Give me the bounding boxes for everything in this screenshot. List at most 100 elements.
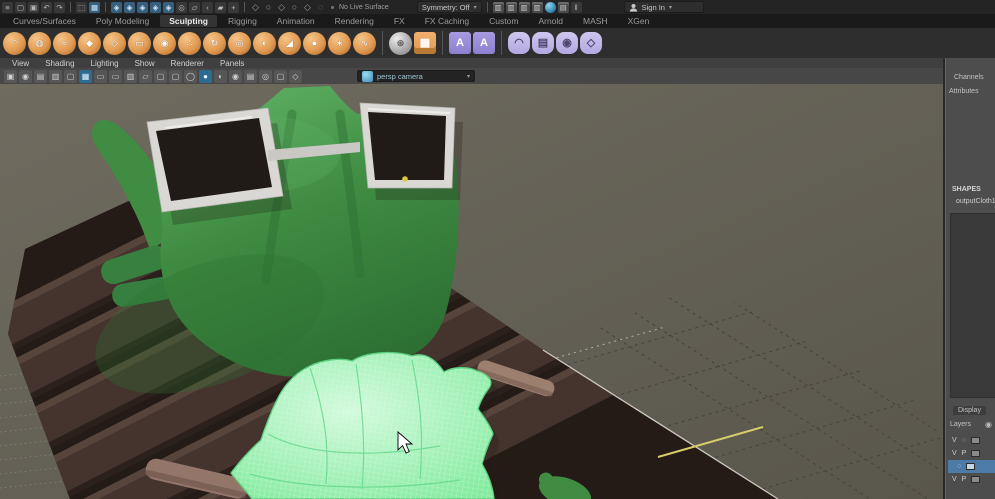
shadows-icon[interactable]: ▤	[244, 69, 257, 83]
attributes-menu[interactable]: Attributes	[949, 88, 979, 95]
layer-color-chip[interactable]	[971, 450, 981, 457]
snap-to-curve-icon[interactable]: ◈	[124, 1, 135, 13]
shelf-tab-fx[interactable]: FX	[385, 15, 414, 27]
stamp-panel[interactable]: ▤	[532, 32, 554, 54]
type-tool[interactable]: A	[449, 32, 471, 54]
select-mask-handle-icon[interactable]: ◇	[250, 2, 261, 13]
sign-in-dropdown[interactable]: Sign In ▾	[623, 1, 704, 13]
repeat-tool[interactable]: ↻	[203, 31, 226, 55]
select-mask-surface-icon[interactable]: ○	[289, 2, 300, 13]
layer-row-1[interactable]: V ○	[948, 434, 995, 447]
lock-camera-icon[interactable]: ◉	[19, 69, 32, 83]
panel-menu-view[interactable]: View	[12, 59, 29, 68]
layer-options-icon[interactable]: ◉	[985, 420, 992, 429]
pause-viewport-icon[interactable]: ‖	[570, 1, 582, 13]
layer-color-chip[interactable]	[970, 437, 980, 444]
render-sequence-icon[interactable]: ▥	[531, 1, 543, 13]
field-chart-icon[interactable]: ▱	[139, 69, 152, 83]
layer-playback[interactable]: P	[962, 450, 967, 457]
channels-menu[interactable]: Channels	[954, 74, 984, 81]
wax-tool[interactable]: ◐	[253, 31, 276, 55]
camera-attributes-icon[interactable]: ▤	[34, 69, 47, 83]
pinch-tool[interactable]: ◇	[103, 31, 126, 55]
select-mask-curve-icon[interactable]: ◇	[276, 2, 287, 13]
channel-values-area[interactable]	[950, 213, 995, 398]
gate-mask-icon[interactable]: ▥	[124, 69, 137, 83]
wireframe-icon[interactable]: ◯	[184, 69, 197, 83]
symmetry-dropdown[interactable]: Symmetry: Off ▾	[416, 1, 482, 13]
panel-menu-panels[interactable]: Panels	[220, 59, 244, 68]
snap-to-view-plane-icon[interactable]: ◈	[163, 1, 174, 13]
soft-select-tool[interactable]: ◠	[508, 32, 530, 54]
panel-menu-show[interactable]: Show	[135, 59, 155, 68]
shelf-tab-curves-surfaces[interactable]: Curves/Surfaces	[4, 15, 85, 27]
image-plane-icon[interactable]: ▢	[64, 69, 77, 83]
use-all-lights-icon[interactable]: ◉	[229, 69, 242, 83]
safe-title-icon[interactable]: ▢	[169, 69, 182, 83]
select-mask-joint-icon[interactable]: ○	[263, 2, 274, 13]
panel-menu-lighting[interactable]: Lighting	[91, 59, 119, 68]
ipr-render-icon[interactable]: ▥	[505, 1, 517, 13]
snap-to-point-icon[interactable]: ◈	[137, 1, 148, 13]
panel-menu-shading[interactable]: Shading	[45, 59, 74, 68]
shelf-tab-poly-modeling[interactable]: Poly Modeling	[87, 15, 158, 27]
layer-visibility[interactable]: V	[952, 476, 957, 483]
snap-to-grid-icon[interactable]: ◈	[111, 1, 122, 13]
smear-tool[interactable]: ∿	[353, 31, 376, 55]
imprint-tool[interactable]: ◎	[228, 31, 251, 55]
erase-tool[interactable]: ◇	[580, 32, 602, 54]
layer-playback[interactable]: P	[962, 476, 967, 483]
smooth-tool[interactable]: ◍	[28, 31, 51, 55]
resolution-gate-icon[interactable]: ▭	[109, 69, 122, 83]
freeze-selection-tool[interactable]: ⊛	[389, 31, 412, 55]
sculpt-panel[interactable]: ▦	[414, 32, 436, 54]
textured-mode-icon[interactable]: ◐	[214, 69, 227, 83]
select-mask-deformation-icon[interactable]: ◇	[302, 2, 313, 13]
viewport-3d[interactable]	[0, 84, 943, 499]
output-connections-icon[interactable]: ▰	[215, 1, 226, 13]
snap-to-projected-center-icon[interactable]: ◈	[150, 1, 161, 13]
layer-color-chip[interactable]	[966, 463, 976, 470]
select-by-hierarchy-icon[interactable]: ⬚	[76, 1, 87, 13]
grab-tool[interactable]: ◆	[78, 31, 101, 55]
display-tab[interactable]: Display	[953, 406, 986, 415]
xray-icon[interactable]: ◇	[289, 69, 302, 83]
fill-tool[interactable]: ●	[303, 31, 326, 55]
select-mask-dynamic-icon[interactable]: ◌	[315, 2, 326, 13]
spray-tool[interactable]: ∴	[178, 31, 201, 55]
make-object-live-icon[interactable]: ◎	[176, 1, 187, 13]
layer-row-4[interactable]: VP	[948, 473, 995, 486]
foamy-tool[interactable]: ◉	[153, 31, 176, 55]
isolate-select-icon[interactable]: ▢	[274, 69, 287, 83]
knife-tool[interactable]: ∗	[328, 31, 351, 55]
save-scene-icon[interactable]: ▣	[28, 1, 39, 13]
shelf-tab-custom[interactable]: Custom	[480, 15, 527, 27]
undo-icon[interactable]: ↶	[41, 1, 52, 13]
layer-row-2[interactable]: VP	[948, 447, 995, 460]
select-camera-icon[interactable]: ▣	[4, 69, 17, 83]
collapse-arrow-icon[interactable]: ‹	[202, 1, 213, 13]
menu-icon[interactable]: ≡	[2, 1, 13, 13]
bookmarks-icon[interactable]: ▥	[49, 69, 62, 83]
new-scene-icon[interactable]: ▢	[15, 1, 26, 13]
clone-tool[interactable]: ◉	[556, 32, 578, 54]
panel-menu-renderer[interactable]: Renderer	[171, 59, 204, 68]
film-gate-icon[interactable]: ▭	[94, 69, 107, 83]
input-connections-icon[interactable]: ▱	[189, 1, 200, 13]
select-by-object-icon[interactable]: ▦	[89, 1, 100, 13]
grid-icon[interactable]: ▦	[79, 69, 92, 83]
shelf-tab-mash[interactable]: MASH	[574, 15, 617, 27]
layer-row-3[interactable]: ○	[948, 460, 995, 473]
flatten-tool[interactable]: ▭	[128, 31, 151, 55]
layer-visibility[interactable]: V	[952, 437, 957, 444]
light-editor-icon[interactable]: ▤	[557, 1, 569, 13]
layer-visibility[interactable]: V	[952, 450, 957, 457]
sculpt-tool[interactable]: ◠	[3, 31, 26, 55]
shape-name[interactable]: outputCloth1	[956, 198, 995, 205]
redo-icon[interactable]: ↷	[54, 1, 65, 13]
hypershade-icon[interactable]: ●	[544, 1, 556, 13]
layers-menu[interactable]: Layers	[950, 421, 971, 428]
render-current-frame-icon[interactable]: ▥	[492, 1, 504, 13]
type-editor[interactable]: A	[473, 32, 495, 54]
shelf-tab-rigging[interactable]: Rigging	[219, 15, 266, 27]
